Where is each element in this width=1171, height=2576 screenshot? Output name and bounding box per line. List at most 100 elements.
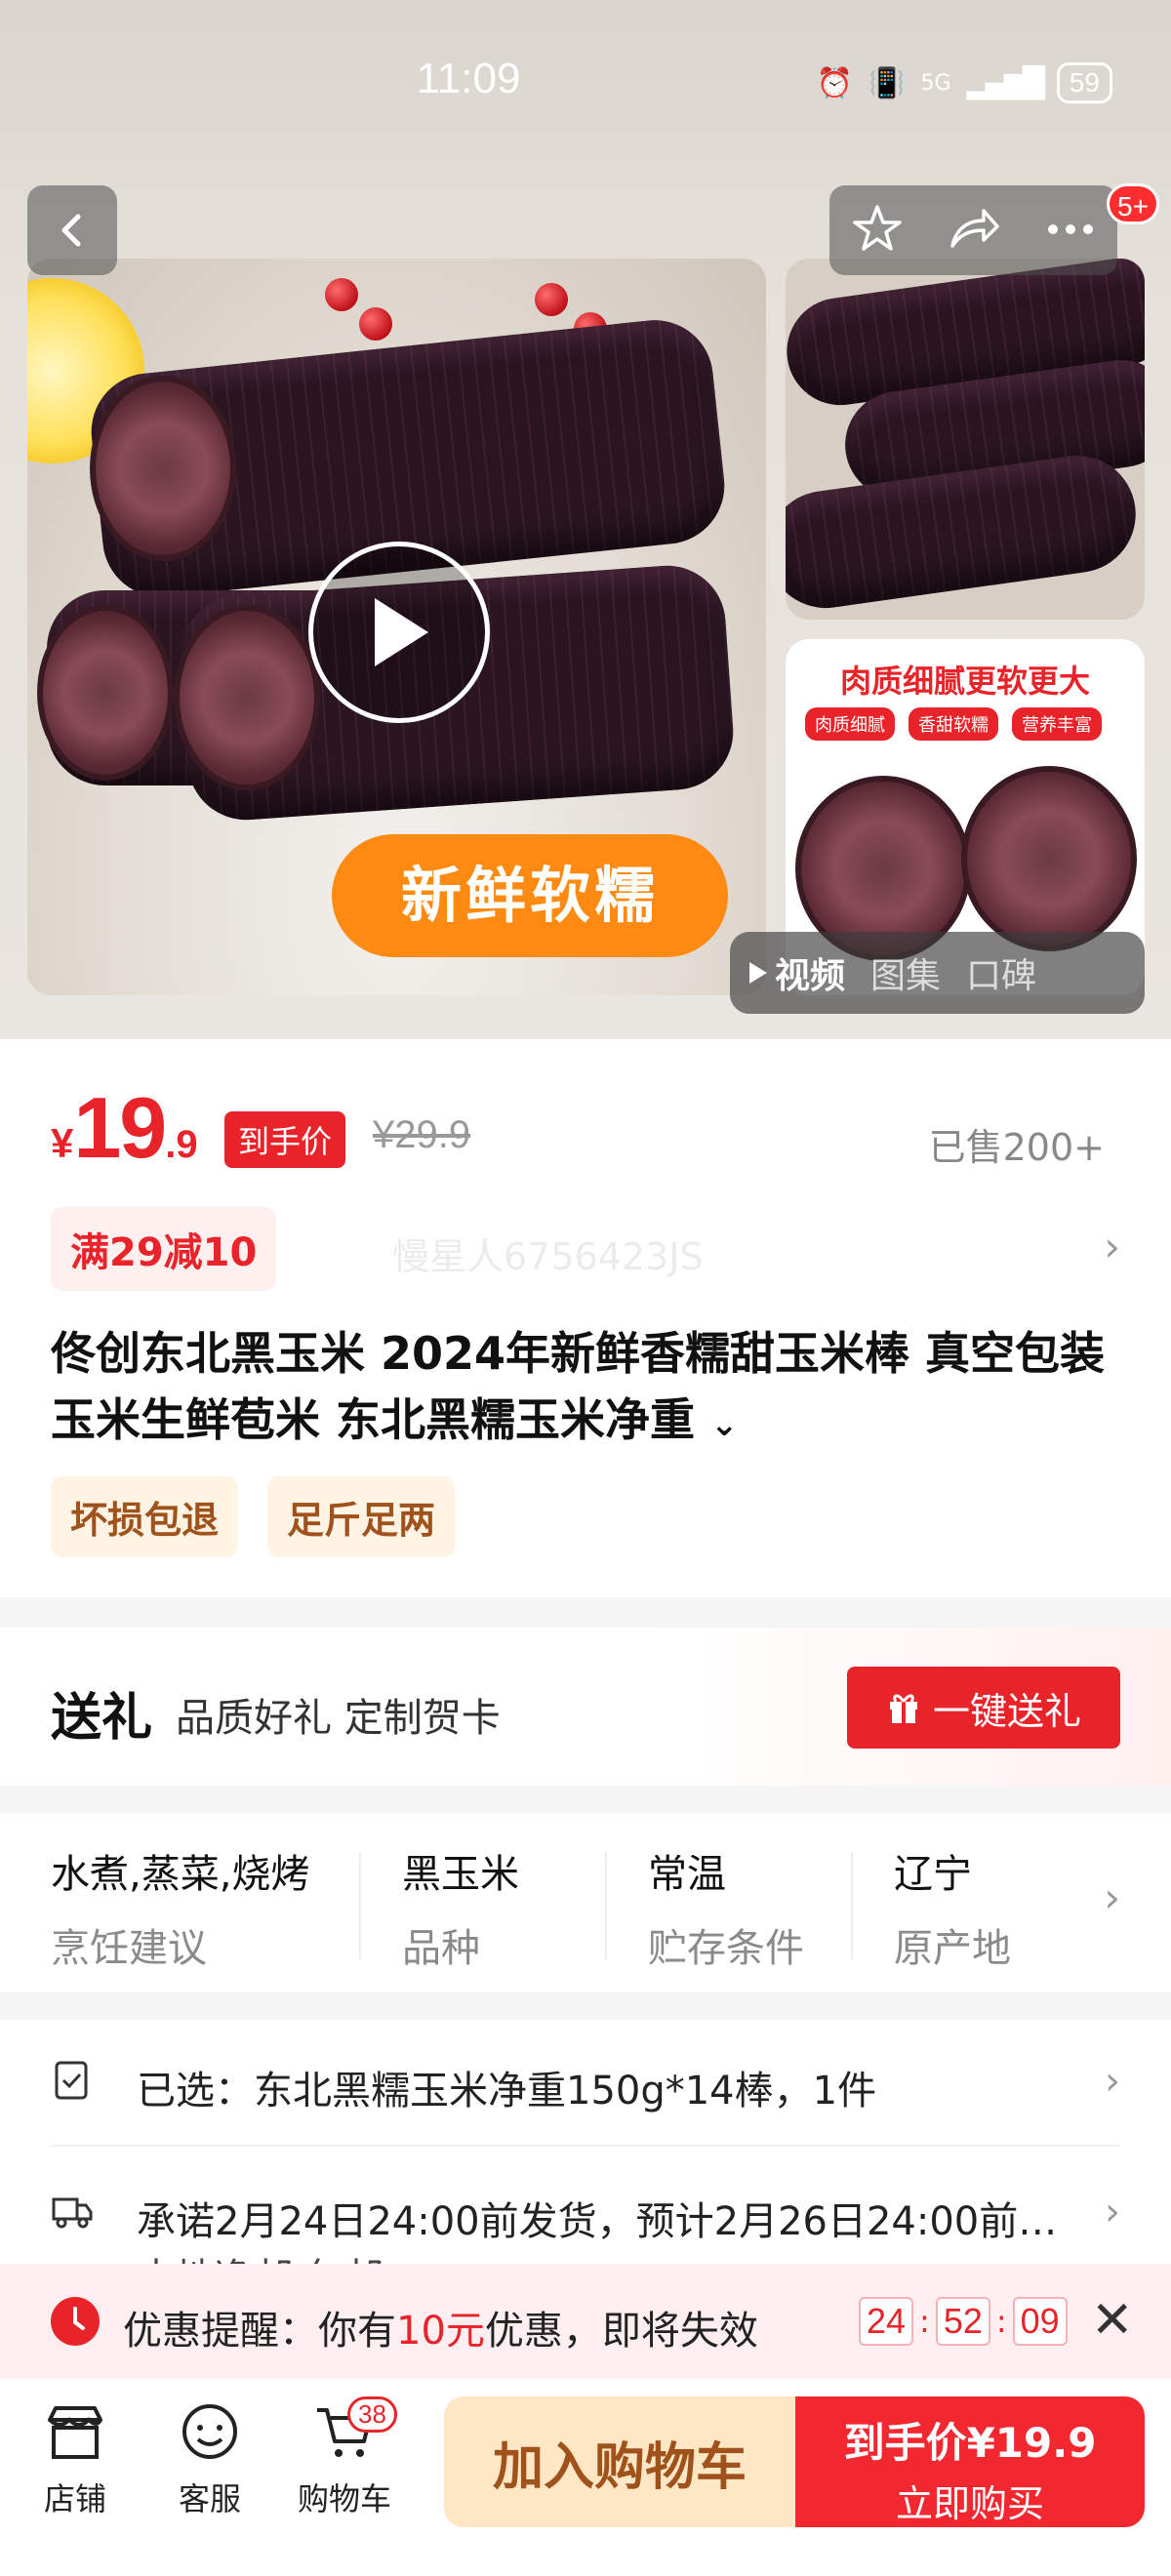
back-button[interactable] xyxy=(27,185,117,275)
favorite-button[interactable] xyxy=(852,203,903,258)
more-icon xyxy=(1048,223,1094,234)
customer-service-icon xyxy=(182,2404,237,2459)
buy-now-label: 立即购买 xyxy=(895,2482,1044,2525)
divider xyxy=(359,1852,361,1959)
tab-reviews[interactable]: 口碑 xyxy=(966,947,1036,998)
truck-icon xyxy=(52,2197,93,2229)
status-icons: ⏰ 📳 5G ▂▄▆█ 59 xyxy=(817,62,1112,103)
gift-section: 送礼 品质好礼 定制贺卡 一键送礼 xyxy=(0,1628,1171,1786)
reminder-amount: 10元 xyxy=(396,2309,485,2354)
gallery-thumbnail[interactable] xyxy=(786,259,1145,620)
thumbnail-tag: 肉质细腻 xyxy=(805,707,895,741)
promo-row[interactable]: 满29减10 慢星人6756423JS › xyxy=(51,1207,1124,1291)
countdown-timer: 24 : 52 : 09 xyxy=(859,2297,1068,2346)
tab-video[interactable]: 视频 xyxy=(747,947,845,998)
buy-now-price: 到手价¥19.9 xyxy=(843,2419,1097,2467)
divider xyxy=(851,1852,853,1959)
add-to-cart-button[interactable]: 加入购物车 xyxy=(444,2396,795,2527)
service-tag: 坏损包退 xyxy=(51,1476,239,1557)
corn-cob xyxy=(786,448,1144,616)
attribute-variety: 黑玉米 品种 xyxy=(402,1842,519,1973)
corn-cob-end xyxy=(37,605,174,781)
corn-cob-end xyxy=(174,605,320,790)
countdown-separator: : xyxy=(995,2303,1007,2340)
main-product-image[interactable]: 新鲜软糯 xyxy=(27,259,766,995)
cart-button[interactable]: 38 购物车 xyxy=(291,2396,398,2519)
buy-now-button[interactable]: 到手价¥19.9 立即购买 xyxy=(795,2396,1145,2527)
send-gift-button[interactable]: 一键送礼 xyxy=(847,1667,1120,1749)
discount-reminder-bar: 优惠提醒：你有10元优惠，即将失效 24 : 52 : 09 ✕ xyxy=(0,2264,1171,2379)
chevron-right-icon[interactable]: › xyxy=(1104,1223,1120,1270)
signal-icon: ▂▄▆█ xyxy=(966,65,1045,101)
price-currency: ¥ xyxy=(51,1120,74,1166)
share-icon xyxy=(950,209,1000,248)
chevron-down-icon[interactable]: ⌄ xyxy=(710,1405,739,1444)
attribute-key: 贮存条件 xyxy=(648,1926,804,1971)
chevron-right-icon[interactable]: › xyxy=(1105,2190,1120,2234)
thumbnail-tag: 香甜软糯 xyxy=(909,707,998,741)
price-row: ¥19.9 到手价 ¥29.9 已售200+ xyxy=(51,1078,1124,1176)
watermark-text: 慢星人6756423JS xyxy=(392,1235,704,1278)
selected-spec-text: 已选：东北黑糯玉米净重150g*14棒，1件 xyxy=(137,2069,877,2113)
service-button[interactable]: 客服 xyxy=(156,2402,263,2519)
play-icon xyxy=(749,962,767,984)
thumbnail-title: 肉质细腻更软更大 xyxy=(839,663,1090,700)
attribute-origin: 辽宁 原产地 xyxy=(894,1842,1011,1973)
battery-icon: 59 xyxy=(1056,62,1112,103)
notification-badge: 5+ xyxy=(1107,183,1159,224)
thumbnail-tag: 营养丰富 xyxy=(1012,707,1102,741)
play-video-button[interactable] xyxy=(308,542,490,723)
attribute-cooking: 水煮,蒸菜,烧烤 烹饪建议 xyxy=(51,1842,309,1973)
clock-icon xyxy=(51,2297,100,2346)
checklist-icon xyxy=(55,2061,88,2100)
store-button[interactable]: 店铺 xyxy=(21,2402,129,2519)
attribute-key: 烹饪建议 xyxy=(51,1926,207,1971)
play-icon xyxy=(375,598,428,666)
product-title-text: 佟创东北黑玉米 2024年新鲜香糯甜玉米棒 真空包装玉米生鲜苞米 东北黑糯玉米净… xyxy=(51,1327,1106,1446)
bottom-action-bar: 店铺 客服 38 购物车 加入购物车 到手价¥19.9 立即购买 xyxy=(0,2379,1171,2576)
chevron-right-icon[interactable]: › xyxy=(1104,1873,1120,1921)
service-tag: 足斤足两 xyxy=(267,1476,456,1557)
tab-gallery[interactable]: 图集 xyxy=(870,947,941,998)
more-button[interactable] xyxy=(1046,221,1095,240)
service-label: 客服 xyxy=(178,2480,241,2517)
chevron-left-icon xyxy=(61,214,81,247)
countdown-seconds: 09 xyxy=(1012,2297,1068,2346)
divider xyxy=(605,1852,607,1959)
product-gallery: 11:09 ⏰ 📳 5G ▂▄▆█ 59 新鲜软糯 肉质细腻更软更大 肉质细腻 … xyxy=(0,0,1171,1039)
final-price-tag: 到手价 xyxy=(224,1111,346,1168)
sold-count: 已售200+ xyxy=(928,1126,1105,1169)
service-tags: 坏损包退 足斤足两 xyxy=(51,1476,456,1557)
coupon-tag[interactable]: 满29减10 xyxy=(51,1207,277,1291)
store-icon xyxy=(48,2406,102,2459)
countdown-minutes: 52 xyxy=(935,2297,990,2346)
alarm-icon: ⏰ xyxy=(816,65,854,101)
reminder-message: 优惠提醒：你有10元优惠，即将失效 xyxy=(123,2299,758,2355)
chevron-right-icon[interactable]: › xyxy=(1105,2059,1120,2104)
thumbnail-tags: 肉质细腻 香甜软糯 营养丰富 xyxy=(805,707,1102,741)
divider xyxy=(51,2145,1120,2147)
close-icon[interactable]: ✕ xyxy=(1091,2291,1134,2350)
product-title[interactable]: 佟创东北黑玉米 2024年新鲜香糯甜玉米棒 真空包装玉米生鲜苞米 东北黑糯玉米净… xyxy=(51,1320,1114,1458)
reminder-suffix: 优惠，即将失效 xyxy=(484,2309,758,2354)
status-time: 11:09 xyxy=(416,55,521,102)
send-gift-label: 一键送礼 xyxy=(932,1689,1081,1733)
share-button[interactable] xyxy=(947,205,1001,256)
gift-icon xyxy=(889,1694,917,1723)
gift-title: 送礼 xyxy=(51,1689,153,1748)
attribute-value: 水煮,蒸菜,烧烤 xyxy=(51,1852,310,1897)
product-info-card: ¥19.9 到手价 ¥29.9 已售200+ 满29减10 慢星人6756423… xyxy=(0,1039,1171,1597)
attribute-key: 品种 xyxy=(402,1926,480,1971)
vibrate-icon: 📳 xyxy=(868,65,906,101)
attribute-strip[interactable]: 水煮,蒸菜,烧烤 烹饪建议 黑玉米 品种 常温 贮存条件 辽宁 原产地 › xyxy=(0,1813,1171,1992)
selection-section: 已选：东北黑糯玉米净重150g*14棒，1件 › 承诺2月24日24:00前发货… xyxy=(0,2020,1171,2264)
attribute-value: 黑玉米 xyxy=(402,1852,519,1897)
price-decimal: .9 xyxy=(165,1123,198,1166)
attribute-key: 原产地 xyxy=(894,1926,1011,1971)
corn-cob-end xyxy=(961,766,1137,951)
tab-video-label: 视频 xyxy=(775,956,846,996)
berry-decoration xyxy=(535,283,568,316)
corn-cob-end xyxy=(90,376,236,561)
original-price: ¥29.9 xyxy=(373,1113,471,1156)
countdown-separator: : xyxy=(919,2303,930,2340)
